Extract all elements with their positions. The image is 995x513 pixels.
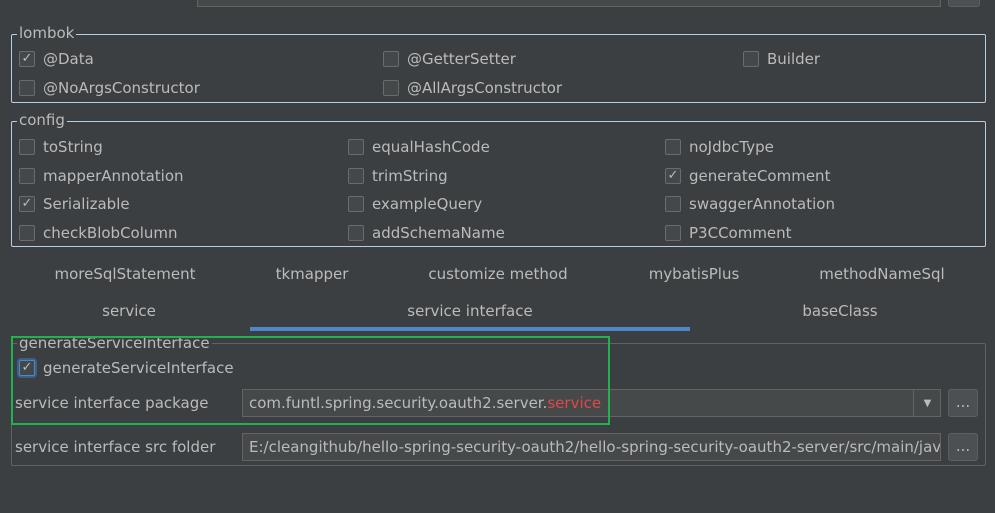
- checkbox-addschemaname[interactable]: addSchemaName: [348, 223, 505, 243]
- checkbox-noargsconstructor[interactable]: @NoArgsConstructor: [19, 78, 200, 98]
- checkbox-serializable[interactable]: ✓ Serializable: [19, 194, 130, 214]
- checkbox-swaggerannotation[interactable]: swaggerAnnotation: [665, 194, 835, 214]
- checkbox-box[interactable]: [19, 80, 35, 96]
- tab-baseclass[interactable]: baseClass: [802, 301, 877, 321]
- checkbox-box[interactable]: [665, 139, 681, 155]
- tab-mybatisplus[interactable]: mybatisPlus: [649, 264, 740, 284]
- tab-methodnamesql[interactable]: methodNameSql: [819, 264, 944, 284]
- package-browse-button[interactable]: ...: [948, 389, 978, 417]
- checkbox-box[interactable]: [348, 196, 364, 212]
- src-folder-field[interactable]: E:/cleangithub/hello-spring-security-oau…: [242, 433, 941, 461]
- checkbox-box[interactable]: [19, 225, 35, 241]
- chevron-down-icon[interactable]: ▼: [913, 389, 941, 417]
- checkbox-box[interactable]: [19, 168, 35, 184]
- checkbox-generatecomment[interactable]: ✓ generateComment: [665, 166, 830, 186]
- checkbox-box[interactable]: [348, 225, 364, 241]
- checkbox-equalhashcode[interactable]: equalHashCode: [348, 137, 490, 157]
- src-folder-label: service interface src folder: [15, 438, 216, 456]
- checkbox-box[interactable]: [348, 168, 364, 184]
- checkbox-label: toString: [43, 138, 103, 156]
- selected-tab-indicator: [250, 327, 690, 331]
- checkbox-label: swaggerAnnotation: [689, 195, 835, 213]
- tab-service-interface[interactable]: service interface: [407, 301, 532, 321]
- tab-tkmapper[interactable]: tkmapper: [276, 264, 349, 284]
- checkbox-builder[interactable]: Builder: [743, 49, 820, 69]
- checkbox-tostring[interactable]: toString: [19, 137, 103, 157]
- checkbox-box[interactable]: [665, 225, 681, 241]
- config-legend: config: [17, 110, 67, 130]
- checkbox-label: addSchemaName: [372, 224, 505, 242]
- checkbox-mapperannotation[interactable]: mapperAnnotation: [19, 166, 184, 186]
- top-browse-button[interactable]: [948, 0, 980, 7]
- checkbox-trimstring[interactable]: trimString: [348, 166, 448, 186]
- checkbox-label: @Data: [43, 50, 94, 68]
- checkbox-label: Builder: [767, 50, 821, 68]
- tab-customize-method[interactable]: customize method: [428, 264, 567, 284]
- checkbox-label: generateComment: [689, 167, 831, 185]
- checkbox-box[interactable]: [383, 51, 399, 67]
- checkbox-box[interactable]: ✓: [19, 196, 35, 212]
- checkbox-checkblobcolumn[interactable]: checkBlobColumn: [19, 223, 178, 243]
- checkbox-box[interactable]: ✓: [19, 51, 35, 67]
- checkbox-box[interactable]: [19, 139, 35, 155]
- checkbox-label: Serializable: [43, 195, 130, 213]
- checkbox-data[interactable]: ✓ @Data: [19, 49, 94, 69]
- checkbox-label: checkBlobColumn: [43, 224, 178, 242]
- checkbox-box[interactable]: [383, 80, 399, 96]
- checkbox-box[interactable]: [665, 196, 681, 212]
- top-text-field[interactable]: [197, 0, 941, 7]
- checkbox-label: P3CComment: [689, 224, 792, 242]
- checkbox-allargsconstructor[interactable]: @AllArgsConstructor: [383, 78, 562, 98]
- src-folder-browse-button[interactable]: ...: [948, 433, 978, 461]
- checkbox-label: noJdbcType: [689, 138, 774, 156]
- checkbox-p3ccomment[interactable]: P3CComment: [665, 223, 792, 243]
- checkbox-gettersetter[interactable]: @GetterSetter: [383, 49, 516, 69]
- checkbox-examplequery[interactable]: exampleQuery: [348, 194, 482, 214]
- lombok-legend: lombok: [17, 23, 77, 43]
- checkbox-label: @GetterSetter: [407, 50, 516, 68]
- checkbox-label: trimString: [372, 167, 448, 185]
- checkbox-label: exampleQuery: [372, 195, 483, 213]
- checkbox-nojdbctype[interactable]: noJdbcType: [665, 137, 774, 157]
- checkbox-box[interactable]: ✓: [665, 168, 681, 184]
- tab-service[interactable]: service: [102, 301, 156, 321]
- checkbox-label: mapperAnnotation: [43, 167, 184, 185]
- tab-moresqlstatement[interactable]: moreSqlStatement: [55, 264, 196, 284]
- checkbox-box[interactable]: [348, 139, 364, 155]
- checkbox-label: equalHashCode: [372, 138, 490, 156]
- highlight-annotation-box: [11, 336, 610, 425]
- checkbox-label: @AllArgsConstructor: [407, 79, 563, 97]
- checkbox-box[interactable]: [743, 51, 759, 67]
- checkbox-label: @NoArgsConstructor: [43, 79, 200, 97]
